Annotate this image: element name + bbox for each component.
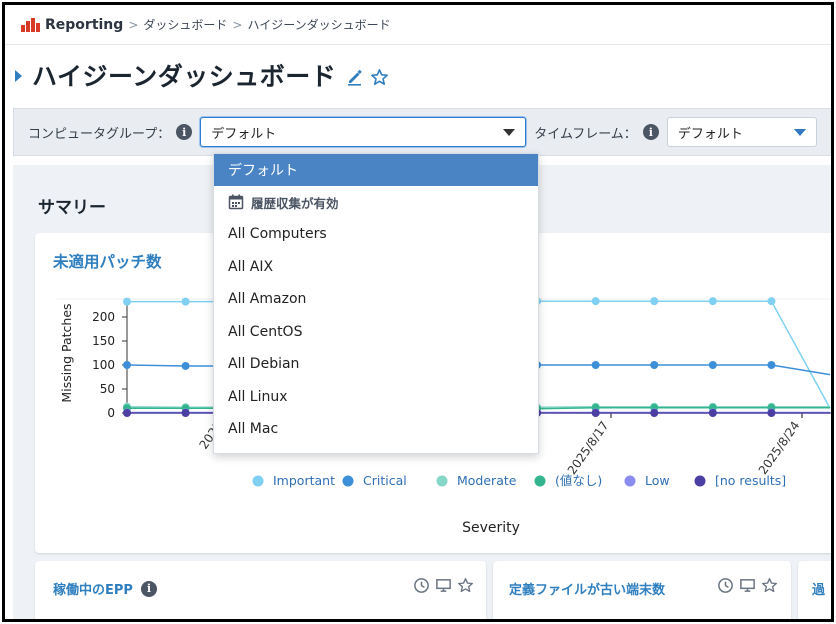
data-point [708, 409, 717, 417]
star-outline-icon[interactable] [370, 68, 389, 87]
legend-label: Critical [363, 473, 407, 488]
legend-swatch [252, 475, 264, 487]
data-point [650, 361, 659, 369]
dropdown-option[interactable]: All CentOS [214, 316, 538, 349]
timeframe-value: デフォルト [677, 126, 743, 142]
legend-label: (値なし) [555, 473, 602, 488]
legend-swatch [624, 475, 636, 487]
y-tick-label: 0 [107, 406, 115, 420]
data-point [650, 297, 659, 306]
info-icon[interactable]: i [140, 580, 157, 597]
data-point [767, 361, 776, 369]
edit-pencil-icon[interactable] [346, 68, 364, 86]
data-point [181, 409, 190, 417]
breadcrumb: Reporting > ダッシュボード > ハイジーンダッシュボード [5, 5, 831, 45]
dropdown-option[interactable]: All Debian [214, 348, 538, 381]
dropdown-group-label: 履歴収集が有効 [251, 195, 339, 211]
legend-swatch [342, 475, 354, 487]
window-frame: Reporting > ダッシュボード > ハイジーンダッシュボード ハイジーン… [2, 2, 834, 622]
card-title-outdated-definitions[interactable]: 定義ファイルが古い端末数 [509, 579, 665, 598]
caret-right-icon[interactable] [15, 70, 22, 82]
y-tick-label: 200 [92, 310, 115, 324]
timeframe-select[interactable]: デフォルト [666, 117, 817, 147]
calendar-icon [228, 194, 244, 210]
star-outline-icon[interactable] [457, 577, 474, 594]
legend-label: Low [645, 473, 670, 488]
dropdown-option[interactable]: All Mac [214, 413, 538, 446]
data-point [591, 409, 600, 417]
dropdown-group-header: 履歴収集が有効 [214, 186, 538, 218]
legend-swatch [534, 475, 546, 487]
y-tick-label: 100 [92, 358, 115, 372]
outdated-definitions-card: 定義ファイルが古い端末数 [493, 561, 791, 619]
y-tick-label: 50 [100, 382, 115, 396]
title-row: ハイジーンダッシュボード [15, 55, 389, 95]
reporting-logo-icon [21, 17, 40, 32]
computer-group-dropdown[interactable]: デフォルト 履歴収集が有効 All Computers All AIX All … [213, 153, 539, 454]
data-point [650, 409, 659, 417]
chevron-down-icon [793, 128, 806, 136]
summary-heading: サマリー [38, 198, 106, 218]
legend-label: [no results] [715, 473, 786, 488]
computer-group-label: コンピュータグループ： [28, 126, 171, 142]
data-point [181, 361, 190, 370]
star-outline-icon[interactable] [761, 577, 778, 594]
dropdown-option[interactable]: All AIX [214, 251, 538, 284]
dropdown-option-default[interactable]: デフォルト [214, 154, 538, 186]
data-point [123, 297, 131, 306]
history-icon[interactable] [717, 577, 734, 594]
monitor-icon[interactable] [435, 577, 452, 594]
computer-group-select[interactable]: デフォルト [200, 117, 527, 147]
data-point [767, 297, 776, 306]
y-axis-label: Missing Patches [59, 303, 74, 402]
data-point [123, 361, 131, 369]
dropdown-option[interactable]: All Computers [214, 218, 538, 251]
chevron-right-icon: > [128, 17, 139, 32]
legend-swatch [436, 475, 448, 487]
chevron-down-icon [503, 128, 516, 136]
x-axis-label: Severity [462, 520, 520, 536]
breadcrumb-item-current: ハイジーンダッシュボード [247, 18, 391, 32]
dropdown-option[interactable]: All Amazon [214, 283, 538, 316]
page-title: ハイジーンダッシュボード [32, 62, 337, 91]
epp-card: 稼働中のEPP i [35, 561, 486, 619]
filter-bar: コンピュータグループ： i デフォルト タイムフレーム： i デフォルト [13, 108, 831, 156]
breadcrumb-root-link[interactable]: Reporting [45, 17, 123, 33]
monitor-icon[interactable] [739, 577, 756, 594]
history-icon[interactable] [413, 577, 430, 594]
card-title-epp[interactable]: 稼働中のEPP [53, 579, 133, 598]
data-point [767, 409, 776, 417]
breadcrumb-item-dashboards[interactable]: ダッシュボード [143, 16, 227, 33]
dropdown-option[interactable]: All Linux [214, 381, 538, 414]
data-point [591, 361, 600, 369]
data-point [708, 361, 717, 369]
info-icon[interactable]: i [176, 124, 193, 140]
x-tick-label: 2025/8/17 [565, 419, 612, 477]
data-point [123, 409, 131, 417]
computer-group-value: デフォルト [211, 126, 277, 142]
legend-label: Moderate [457, 473, 517, 488]
y-tick-label: 150 [92, 334, 115, 348]
card-title-third[interactable]: 過 [812, 579, 825, 598]
data-point [181, 297, 190, 306]
third-card: 過 [798, 561, 831, 619]
legend-label: Important [273, 473, 335, 488]
data-point [708, 297, 717, 306]
timeframe-label: タイムフレーム： [534, 126, 637, 142]
info-icon[interactable]: i [642, 124, 659, 140]
legend-swatch [694, 475, 706, 487]
chevron-right-icon: > [232, 17, 243, 32]
x-tick-label: 2025/8/24 [756, 419, 803, 477]
data-point [591, 297, 600, 306]
